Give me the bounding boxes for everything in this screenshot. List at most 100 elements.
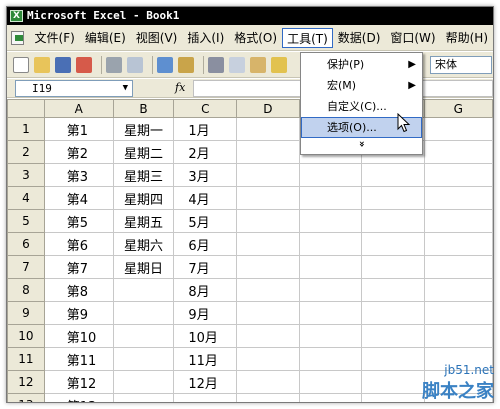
cell-g[interactable] xyxy=(423,370,493,394)
font-name-box[interactable]: 宋体 xyxy=(430,56,492,74)
cell-g[interactable] xyxy=(423,278,493,302)
paste-icon[interactable] xyxy=(250,56,266,73)
cell-b[interactable] xyxy=(112,370,175,394)
cell-g[interactable] xyxy=(423,232,493,256)
cell-g[interactable] xyxy=(423,117,493,141)
row-header[interactable]: 2 xyxy=(7,140,45,164)
cell-a[interactable]: 第8 xyxy=(43,278,114,302)
row-header[interactable]: 12 xyxy=(7,370,45,394)
cell-d[interactable] xyxy=(236,278,300,302)
menu-item-protection[interactable]: 保护(P) ▶ xyxy=(301,54,422,75)
cell-b[interactable] xyxy=(112,324,175,348)
row-header[interactable]: 3 xyxy=(7,163,45,187)
cell-c[interactable]: 8月 xyxy=(173,278,238,302)
cell-g[interactable] xyxy=(423,301,493,325)
cell-d[interactable] xyxy=(236,209,300,233)
cell-e[interactable] xyxy=(298,186,363,210)
cell-a[interactable]: 第6 xyxy=(43,232,114,256)
cell-f[interactable] xyxy=(361,347,425,371)
row-header[interactable]: 6 xyxy=(7,232,45,256)
spelling-icon[interactable] xyxy=(157,56,173,73)
cell-e[interactable] xyxy=(298,232,363,256)
cell-c[interactable]: 12月 xyxy=(173,370,238,394)
cell-f[interactable] xyxy=(361,393,425,402)
row-header[interactable]: 9 xyxy=(7,301,45,325)
cell-c[interactable]: 1月 xyxy=(173,117,238,141)
print-icon[interactable] xyxy=(106,56,122,73)
menu-tools[interactable]: 工具(T) xyxy=(282,27,333,48)
cell-g[interactable] xyxy=(423,324,493,348)
cell-a[interactable]: 第9 xyxy=(43,301,114,325)
cell-c[interactable]: 3月 xyxy=(173,163,238,187)
cell-f[interactable] xyxy=(361,324,425,348)
print-preview-icon[interactable] xyxy=(127,56,143,73)
menu-file[interactable]: 文件(F) xyxy=(30,28,80,48)
new-icon[interactable] xyxy=(13,56,29,73)
cell-c[interactable] xyxy=(173,393,238,402)
cell-a[interactable]: 第2 xyxy=(43,140,114,164)
cell-c[interactable]: 6月 xyxy=(173,232,238,256)
cell-d[interactable] xyxy=(236,163,300,187)
cell-c[interactable]: 7月 xyxy=(173,255,238,279)
workbook-icon[interactable] xyxy=(11,30,24,45)
column-header-c[interactable]: C xyxy=(173,99,238,118)
cell-a[interactable]: 第4 xyxy=(43,186,114,210)
cell-f[interactable] xyxy=(361,370,425,394)
cell-b[interactable]: 星期二 xyxy=(112,140,175,164)
cell-b[interactable]: 星期三 xyxy=(112,163,175,187)
cell-a[interactable]: 第11 xyxy=(43,347,114,371)
cell-f[interactable] xyxy=(361,163,425,187)
cell-d[interactable] xyxy=(236,301,300,325)
copy-icon[interactable] xyxy=(229,56,245,73)
cell-c[interactable]: 10月 xyxy=(173,324,238,348)
menu-data[interactable]: 数据(D) xyxy=(333,28,386,48)
cell-d[interactable] xyxy=(236,370,300,394)
cell-e[interactable] xyxy=(298,324,363,348)
save-icon[interactable] xyxy=(55,56,71,73)
cell-f[interactable] xyxy=(361,186,425,210)
cell-d[interactable] xyxy=(236,324,300,348)
row-header[interactable]: 7 xyxy=(7,255,45,279)
fx-icon[interactable]: fx xyxy=(175,81,185,94)
cell-e[interactable] xyxy=(298,209,363,233)
cell-d[interactable] xyxy=(236,255,300,279)
menu-view[interactable]: 视图(V) xyxy=(131,28,183,48)
menu-edit[interactable]: 编辑(E) xyxy=(80,28,131,48)
menu-item-macro[interactable]: 宏(M) ▶ xyxy=(301,75,422,96)
cell-c[interactable]: 9月 xyxy=(173,301,238,325)
menu-format[interactable]: 格式(O) xyxy=(229,28,282,48)
cell-d[interactable] xyxy=(236,117,300,141)
cell-g[interactable] xyxy=(423,140,493,164)
cell-a[interactable]: 第13 xyxy=(43,393,114,402)
cell-d[interactable] xyxy=(236,347,300,371)
row-header[interactable]: 4 xyxy=(7,186,45,210)
cell-b[interactable] xyxy=(112,393,175,402)
cell-d[interactable] xyxy=(236,232,300,256)
cell-b[interactable] xyxy=(112,278,175,302)
select-all-corner[interactable] xyxy=(7,99,45,118)
cell-b[interactable] xyxy=(112,347,175,371)
menu-insert[interactable]: 插入(I) xyxy=(182,28,229,48)
cell-a[interactable]: 第10 xyxy=(43,324,114,348)
cell-a[interactable]: 第7 xyxy=(43,255,114,279)
cell-e[interactable] xyxy=(298,370,363,394)
column-header-g[interactable]: G xyxy=(423,99,493,118)
cell-e[interactable] xyxy=(298,393,363,402)
cell-g[interactable] xyxy=(423,209,493,233)
menu-help[interactable]: 帮助(H) xyxy=(441,28,493,48)
row-header[interactable]: 10 xyxy=(7,324,45,348)
row-header[interactable]: 11 xyxy=(7,347,45,371)
cell-b[interactable]: 星期日 xyxy=(112,255,175,279)
cell-d[interactable] xyxy=(236,393,300,402)
cell-e[interactable] xyxy=(298,301,363,325)
cell-c[interactable]: 5月 xyxy=(173,209,238,233)
cell-e[interactable] xyxy=(298,163,363,187)
cell-a[interactable]: 第3 xyxy=(43,163,114,187)
cell-f[interactable] xyxy=(361,301,425,325)
cell-a[interactable]: 第1 xyxy=(43,117,114,141)
cell-f[interactable] xyxy=(361,232,425,256)
name-box[interactable]: I19 ▼ xyxy=(15,80,133,97)
menu-window[interactable]: 窗口(W) xyxy=(385,28,440,48)
row-header[interactable]: 1 xyxy=(7,117,45,141)
cell-f[interactable] xyxy=(361,209,425,233)
